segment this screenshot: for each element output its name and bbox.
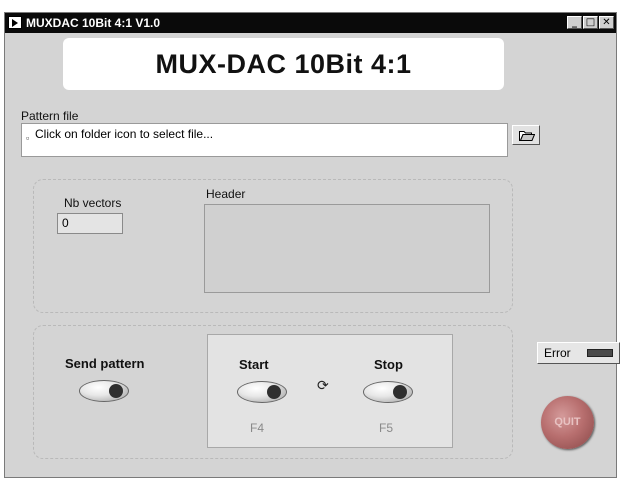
stop-label: Stop xyxy=(374,357,403,372)
toggle-knob xyxy=(109,384,123,398)
toggle-knob xyxy=(393,385,407,399)
app-banner-title: MUX-DAC 10Bit 4:1 xyxy=(63,38,504,90)
window-title: MUXDAC 10Bit 4:1 V1.0 xyxy=(26,16,161,30)
header-label: Header xyxy=(206,187,246,201)
close-button[interactable]: ✕ xyxy=(599,16,614,29)
send-pattern-button[interactable] xyxy=(79,380,129,402)
app-icon xyxy=(8,16,22,29)
start-label: Start xyxy=(239,357,269,372)
error-led xyxy=(587,349,613,357)
folder-open-icon xyxy=(519,131,535,141)
error-indicator: Error xyxy=(537,342,620,364)
pattern-file-path-input[interactable]: ▫ Click on folder icon to select file... xyxy=(21,123,508,157)
stop-shortcut-key: F5 xyxy=(379,421,394,435)
pattern-file-path-text: Click on folder icon to select file... xyxy=(35,127,214,141)
start-button[interactable] xyxy=(237,381,287,403)
quit-button[interactable]: QUIT xyxy=(541,396,594,449)
path-icon: ▫ xyxy=(26,133,30,143)
send-pattern-label: Send pattern xyxy=(65,356,145,371)
window-controls: _ □ ✕ xyxy=(567,16,614,29)
toggle-knob xyxy=(267,385,281,399)
title-bar: MUXDAC 10Bit 4:1 V1.0 _ □ ✕ xyxy=(5,13,616,33)
quit-label: QUIT xyxy=(554,416,581,428)
header-display xyxy=(204,204,490,293)
stop-button[interactable] xyxy=(363,381,413,403)
pattern-file-label: Pattern file xyxy=(21,109,79,123)
maximize-button[interactable]: □ xyxy=(583,16,598,29)
error-label: Error xyxy=(544,346,571,360)
start-shortcut-key: F4 xyxy=(250,421,265,435)
nb-vectors-label: Nb vectors xyxy=(64,196,122,210)
loop-icon: ⟳ xyxy=(317,378,329,394)
minimize-button[interactable]: _ xyxy=(567,16,582,29)
nb-vectors-indicator: 0 xyxy=(57,213,123,234)
browse-folder-button[interactable] xyxy=(512,125,540,145)
